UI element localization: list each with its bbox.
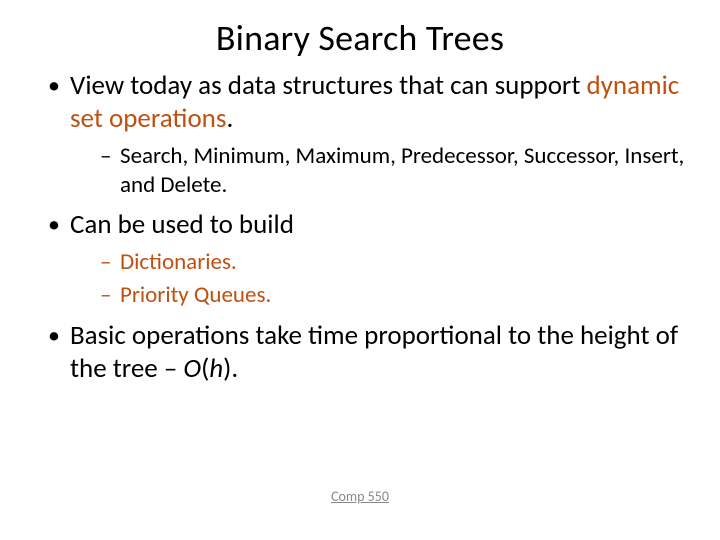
bullet-1-sublist: Search, Minimum, Maximum, Predecessor, S… (70, 142, 690, 200)
bullet-2-sublist: Dictionaries. Priority Queues. (70, 248, 690, 310)
bullet-3-h: h (209, 352, 223, 385)
bullet-3-bigO: O (183, 352, 201, 385)
bullet-1: View today as data structures that can s… (48, 70, 690, 199)
bullet-3-paren-close: ). (223, 352, 238, 385)
bullet-2-sub-2: Priority Queues. (100, 281, 690, 310)
footer: Comp 550 (0, 487, 720, 506)
bullet-3: Basic operations take time proportional … (48, 320, 690, 386)
bullet-3-text-a: Basic operations take time proportional … (70, 319, 678, 385)
bullet-2-sub-1: Dictionaries. (100, 248, 690, 277)
footer-link[interactable]: Comp 550 (331, 488, 389, 505)
bullet-2-text: Can be used to build (70, 208, 294, 241)
slide-title: Binary Search Trees (30, 16, 690, 60)
slide: Binary Search Trees View today as data s… (0, 0, 720, 540)
bullet-1-sub-1: Search, Minimum, Maximum, Predecessor, S… (100, 142, 690, 200)
bullet-1-text-c: . (226, 102, 233, 135)
bullet-1-text-a: View today as data structures that can s… (70, 69, 587, 102)
bullet-list: View today as data structures that can s… (30, 70, 690, 386)
bullet-2: Can be used to build Dictionaries. Prior… (48, 209, 690, 309)
